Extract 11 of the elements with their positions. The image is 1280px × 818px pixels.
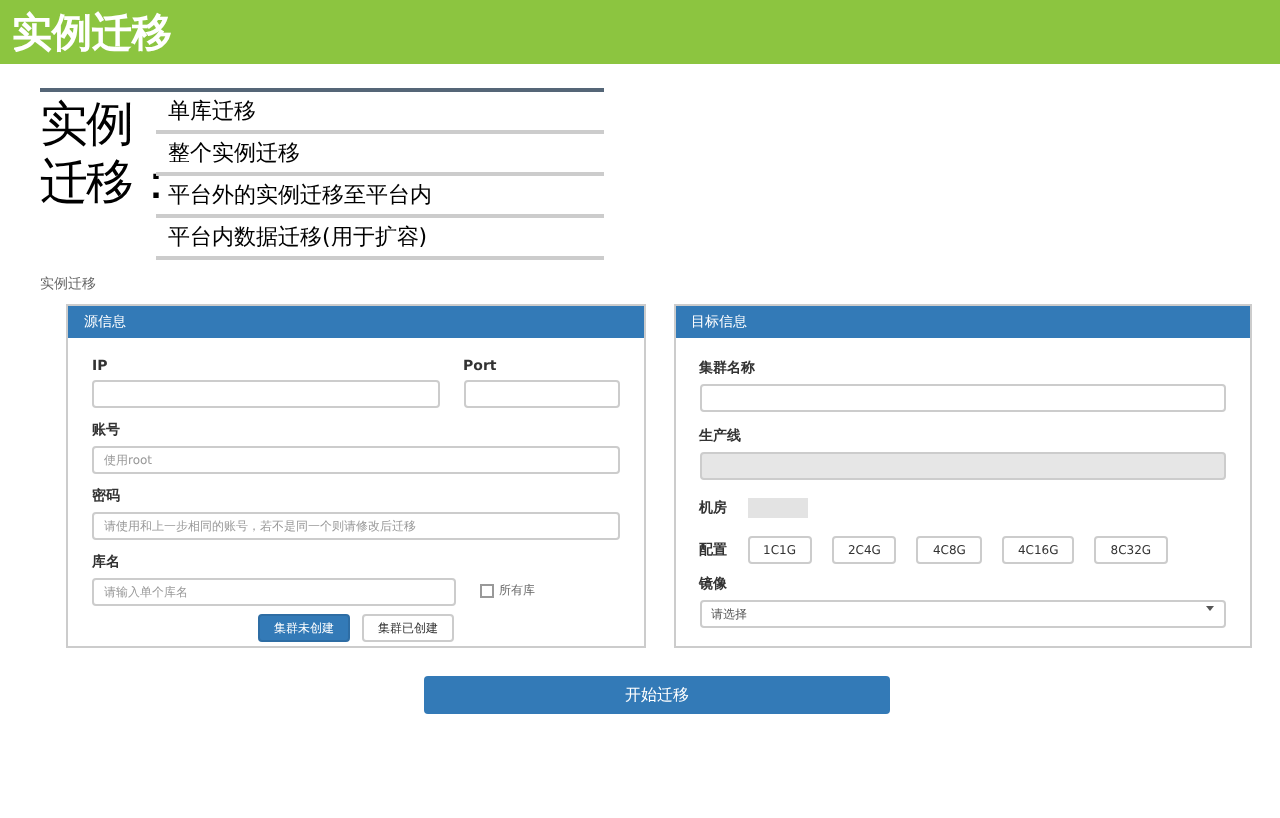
start-button[interactable]: 开始迁移 <box>424 676 890 714</box>
ip-field[interactable] <box>92 380 439 408</box>
caret-icon <box>1204 602 1216 614</box>
port-field[interactable] <box>463 380 619 408</box>
blurred-value <box>747 498 807 518</box>
topic-item: 平台外的实例迁移至平台内 <box>156 176 604 218</box>
topic-item: 单库迁移 <box>156 92 604 134</box>
topic-item: 整个实例迁移 <box>156 134 604 176</box>
slide-title: 实例迁移 <box>12 5 172 59</box>
topic-item: 平台内数据迁移(用于扩容) <box>156 218 604 260</box>
cluster-name-field[interactable] <box>699 384 1226 412</box>
